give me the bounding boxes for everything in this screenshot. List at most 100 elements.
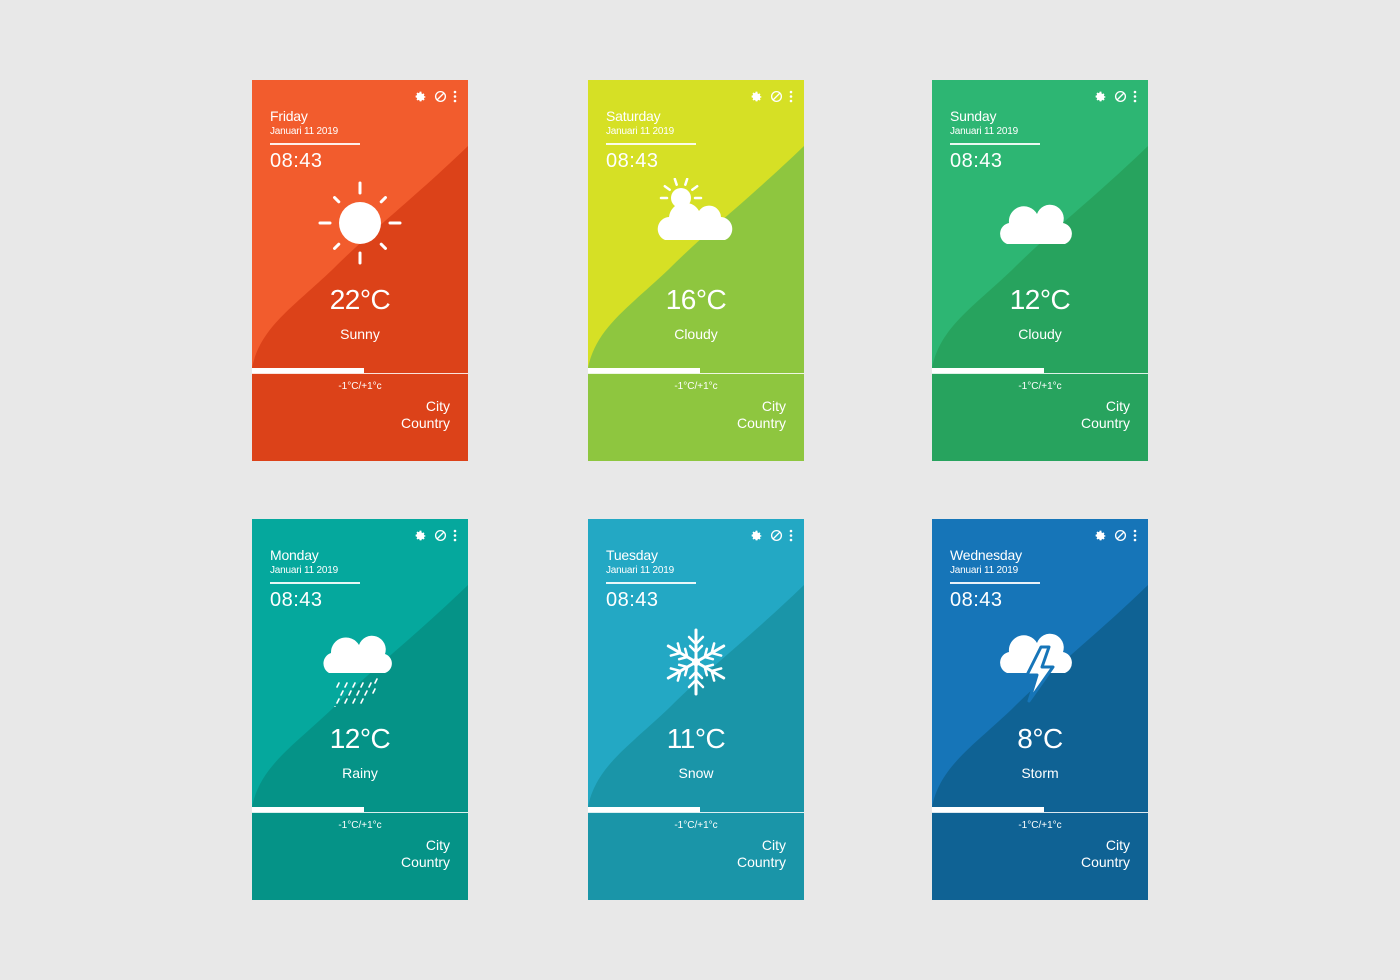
more-vertical-icon[interactable] xyxy=(1132,88,1138,104)
country-label: Country xyxy=(1080,415,1130,431)
country-label: Country xyxy=(736,415,786,431)
block-icon[interactable] xyxy=(1112,527,1128,543)
date-label: Januari 11 2019 xyxy=(950,565,1018,576)
weather-card-friday[interactable]: Friday Januari 11 2019 08:43 22°C Sunny … xyxy=(252,80,468,461)
time-label: 08:43 xyxy=(950,150,1003,172)
date-label: Januari 11 2019 xyxy=(950,126,1018,137)
gear-icon[interactable] xyxy=(412,527,428,543)
progress-track xyxy=(252,812,468,813)
progress-fill xyxy=(932,368,1044,373)
time-label: 08:43 xyxy=(606,589,659,611)
temperature: 12°C xyxy=(329,723,391,754)
divider xyxy=(270,143,360,145)
card-toolbar xyxy=(748,527,794,543)
day-label: Saturday xyxy=(606,108,661,124)
block-icon[interactable] xyxy=(432,527,448,543)
gear-icon[interactable] xyxy=(1092,527,1108,543)
city-label: City xyxy=(1105,837,1130,853)
rain-icon xyxy=(323,635,392,707)
block-icon[interactable] xyxy=(432,88,448,104)
progress-bar xyxy=(932,807,1148,815)
sun-icon xyxy=(318,181,402,265)
time-label: 08:43 xyxy=(270,589,323,611)
card-top-section: Wednesday Januari 11 2019 08:43 8°C Stor… xyxy=(932,519,1148,807)
block-icon[interactable] xyxy=(768,527,784,543)
partly-cloudy-icon xyxy=(657,178,733,240)
card-top-section: Tuesday Januari 11 2019 08:43 11°C Snow xyxy=(588,519,804,807)
progress-bar xyxy=(588,368,804,376)
day-label: Sunday xyxy=(950,108,997,124)
temperature-range: -1°C/+1°c xyxy=(674,820,718,831)
card-top-section: Friday Januari 11 2019 08:43 22°C Sunny xyxy=(252,80,468,368)
date-label: Januari 11 2019 xyxy=(270,126,338,137)
time-label: 08:43 xyxy=(950,589,1003,611)
card-toolbar xyxy=(1092,88,1138,104)
temperature: 12°C xyxy=(1009,284,1071,315)
more-vertical-icon[interactable] xyxy=(1132,527,1138,543)
city-label: City xyxy=(761,398,786,414)
card-bottom-section: -1°C/+1°c City Country xyxy=(252,368,468,461)
progress-bar xyxy=(932,368,1148,376)
card-top-section: Saturday Januari 11 2019 08:43 16°C Clou… xyxy=(588,80,804,368)
progress-bar xyxy=(252,807,468,815)
progress-fill xyxy=(252,368,364,373)
card-toolbar xyxy=(748,88,794,104)
more-vertical-icon[interactable] xyxy=(788,527,794,543)
weather-card-wednesday[interactable]: Wednesday Januari 11 2019 08:43 8°C Stor… xyxy=(932,519,1148,900)
city-label: City xyxy=(425,398,450,414)
progress-bar xyxy=(252,368,468,376)
condition-label: Cloudy xyxy=(674,326,718,342)
weather-card-saturday[interactable]: Saturday Januari 11 2019 08:43 16°C Clou… xyxy=(588,80,804,461)
storm-icon xyxy=(1000,633,1072,703)
block-icon[interactable] xyxy=(768,88,784,104)
more-vertical-icon[interactable] xyxy=(452,88,458,104)
more-vertical-icon[interactable] xyxy=(452,527,458,543)
progress-fill xyxy=(588,368,700,373)
snowflake-icon xyxy=(666,628,726,696)
card-toolbar xyxy=(1092,527,1138,543)
city-label: City xyxy=(1105,398,1130,414)
date-label: Januari 11 2019 xyxy=(606,565,674,576)
card-toolbar xyxy=(412,527,458,543)
progress-track xyxy=(932,812,1148,813)
temperature-range: -1°C/+1°c xyxy=(1018,381,1062,392)
temperature: 11°C xyxy=(666,723,726,754)
more-vertical-icon[interactable] xyxy=(788,88,794,104)
gear-icon[interactable] xyxy=(748,527,764,543)
card-bottom-section: -1°C/+1°c City Country xyxy=(932,807,1148,900)
divider xyxy=(606,582,696,584)
temperature: 22°C xyxy=(329,284,391,315)
date-label: Januari 11 2019 xyxy=(270,565,338,576)
card-top-section: Monday Januari 11 2019 08:43 12°C Rainy xyxy=(252,519,468,807)
weather-card-monday[interactable]: Monday Januari 11 2019 08:43 12°C Rainy … xyxy=(252,519,468,900)
progress-track xyxy=(588,812,804,813)
condition-label: Sunny xyxy=(340,326,380,342)
divider xyxy=(950,582,1040,584)
temperature: 8°C xyxy=(1017,723,1063,754)
day-label: Tuesday xyxy=(606,547,658,563)
temperature: 16°C xyxy=(665,284,727,315)
gear-icon[interactable] xyxy=(1092,88,1108,104)
country-label: Country xyxy=(1080,854,1130,870)
temperature-range: -1°C/+1°c xyxy=(1018,820,1062,831)
card-top-section: Sunday Januari 11 2019 08:43 12°C Cloudy xyxy=(932,80,1148,368)
time-label: 08:43 xyxy=(606,150,659,172)
progress-fill xyxy=(932,807,1044,812)
divider xyxy=(606,143,696,145)
gear-icon[interactable] xyxy=(748,88,764,104)
day-label: Wednesday xyxy=(950,547,1022,563)
gear-icon[interactable] xyxy=(412,88,428,104)
condition-label: Storm xyxy=(1021,765,1059,781)
city-label: City xyxy=(761,837,786,853)
block-icon[interactable] xyxy=(1112,88,1128,104)
divider xyxy=(270,582,360,584)
card-bottom-section: -1°C/+1°c City Country xyxy=(588,807,804,900)
card-bottom-section: -1°C/+1°c City Country xyxy=(252,807,468,900)
cloud-icon xyxy=(1000,204,1072,244)
card-bottom-section: -1°C/+1°c City Country xyxy=(588,368,804,461)
condition-label: Rainy xyxy=(342,765,378,781)
weather-card-tuesday[interactable]: Tuesday Januari 11 2019 08:43 11°C Snow … xyxy=(588,519,804,900)
date-label: Januari 11 2019 xyxy=(606,126,674,137)
day-label: Friday xyxy=(270,108,308,124)
weather-card-sunday[interactable]: Sunday Januari 11 2019 08:43 12°C Cloudy… xyxy=(932,80,1148,461)
